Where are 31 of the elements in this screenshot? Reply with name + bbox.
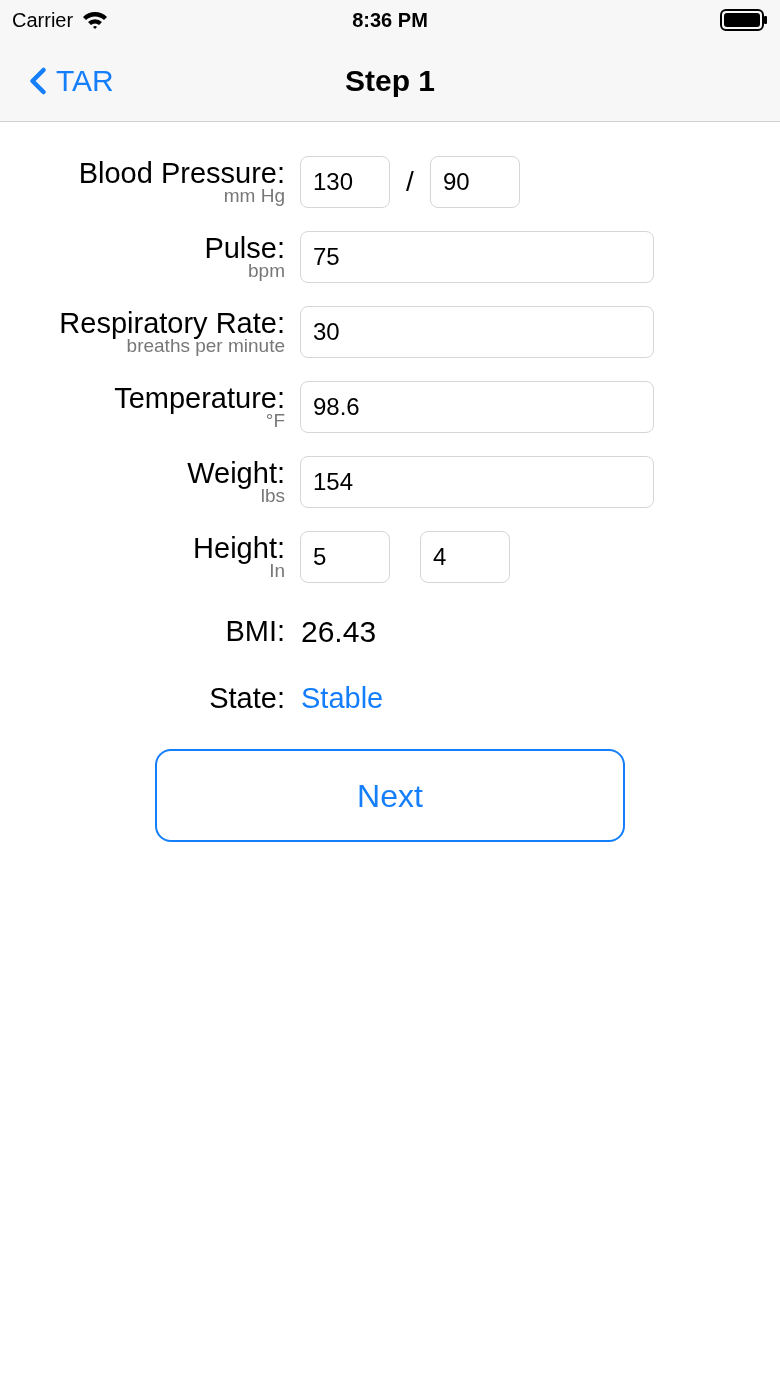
screen-title: Step 1 [345, 63, 435, 99]
unit-label: mm Hg [223, 185, 285, 205]
text-field[interactable]: 4 [420, 530, 510, 583]
unit-label: bpm [248, 260, 285, 280]
text-field[interactable]: 154 [300, 455, 654, 508]
next-button[interactable]: Next [155, 749, 625, 842]
bmi-value: 26.43 [300, 614, 377, 650]
unit-label: °F [265, 410, 285, 430]
carrier-label: Carrier [12, 8, 74, 33]
separator-slash: / [405, 164, 415, 199]
text-field[interactable]: 90 [430, 155, 520, 208]
text-field[interactable]: 5 [300, 530, 390, 583]
field-label: Pulse: [204, 233, 285, 263]
text-field[interactable]: 75 [300, 230, 654, 283]
battery-icon [720, 9, 768, 31]
text-field[interactable]: 30 [300, 305, 654, 358]
text-field[interactable]: 98.6 [300, 380, 654, 433]
field-label: Weight: [187, 458, 285, 488]
bmi-label: BMI: [224, 613, 285, 649]
field-label: Height: [193, 533, 285, 563]
unit-label: lbs [260, 485, 285, 505]
clock-time: 8:36 PM [352, 8, 428, 33]
unit-label: In [269, 560, 285, 580]
state-label: State: [208, 681, 285, 717]
state-link[interactable]: Stable [285, 677, 384, 721]
back-button[interactable]: TAR [0, 58, 114, 103]
field-label: Temperature: [114, 383, 285, 413]
field-label: Respiratory Rate: [59, 308, 285, 338]
text-field[interactable]: 130 [300, 155, 390, 208]
wifi-icon [81, 10, 110, 30]
field-label: Blood Pressure: [78, 158, 285, 188]
